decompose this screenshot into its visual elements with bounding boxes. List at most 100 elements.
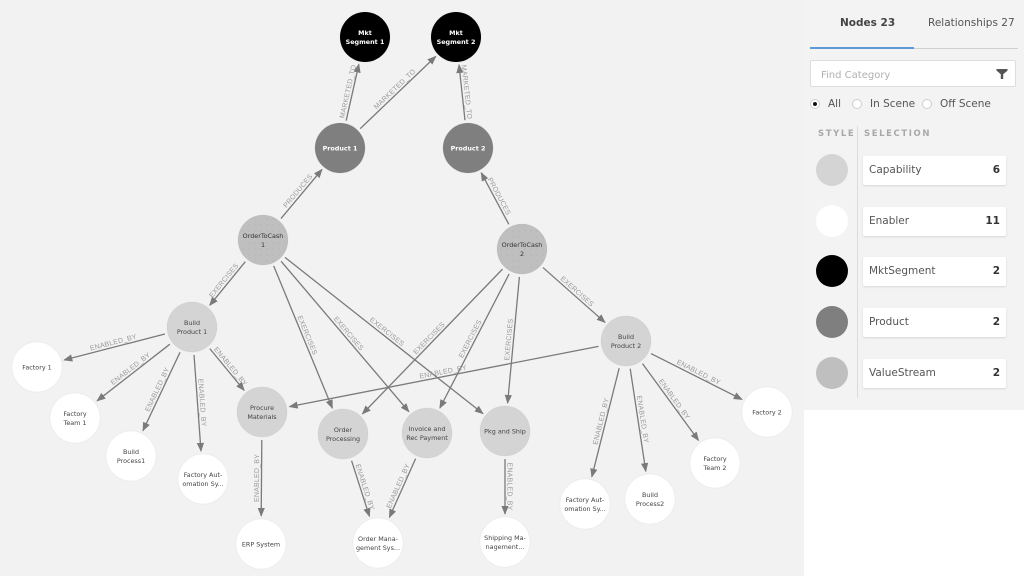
graph-canvas[interactable]: MARKETED_TO MARKETED_TO MARKETED_TO PRODUCE… [0, 0, 804, 576]
graph-svg[interactable]: MARKETED_TO MARKETED_TO MARKETED_TO PRODUCE… [0, 0, 804, 576]
edge-label: EXERCISES [413, 321, 447, 356]
node-otc1[interactable]: OrderToCash1 [237, 214, 289, 266]
node-irp[interactable]: Invoice andRec Payment [401, 407, 453, 459]
edge-otc2-op[interactable]: EXERCISES [361, 268, 503, 415]
edge-bp2-bpr2[interactable]: ENABLED_BY [629, 368, 649, 473]
category-name: MktSegment [869, 265, 936, 277]
edge-bp2-pm[interactable]: ENABLED_BY [288, 345, 599, 409]
node-p1[interactable]: Product 1 [314, 122, 366, 174]
node-ft2[interactable]: FactoryTeam 2 [689, 437, 741, 489]
edge-line[interactable] [480, 171, 510, 225]
node-ft1[interactable]: FactoryTeam 1 [49, 392, 101, 444]
edge-line[interactable] [439, 273, 510, 409]
node-fa2[interactable]: Factory Aut-omation Sy... [559, 478, 611, 530]
tab-nodes[interactable]: Nodes 23 [840, 17, 895, 29]
node-ms1[interactable]: MktSegment 1 [339, 11, 391, 63]
edge-label: EXERCISES [559, 276, 595, 309]
find-category-input[interactable] [819, 65, 993, 85]
node-label: Mkt [449, 29, 463, 37]
enabler-style-swatch[interactable] [816, 205, 848, 237]
node-pm[interactable]: ProcureMaterials [236, 386, 288, 438]
node-label: Invoice and [409, 425, 446, 433]
node-label: Factory 2 [752, 408, 781, 416]
mktsegment-style-swatch[interactable] [816, 255, 848, 287]
node-f1[interactable]: Factory 1 [11, 341, 63, 393]
edge-otc2-pks[interactable]: EXERCISES [504, 276, 521, 405]
node-oms[interactable]: Order Mana-gement Sys... [352, 517, 404, 569]
category-count: 2 [992, 316, 1000, 328]
node-pks[interactable]: Pkg and Ship [479, 405, 531, 457]
node-bpr2[interactable]: BuildProcess2 [624, 473, 676, 525]
edge-p1-ms2[interactable]: MARKETED_TO [359, 55, 437, 130]
edge-otc2-p2[interactable]: PRODUCES [480, 171, 511, 225]
edge-label: ENABLED_BY [254, 454, 261, 502]
edge-bp1-fa1[interactable]: ENABLED_BY [193, 354, 207, 452]
node-bp2[interactable]: BuildProduct 2 [600, 315, 652, 367]
edge-bp2-ft2[interactable]: ENABLED_BY [641, 363, 700, 442]
product-selection-button[interactable]: Product 2 [863, 308, 1006, 337]
edge-line[interactable] [359, 55, 437, 130]
node-ms2[interactable]: MktSegment 2 [430, 11, 482, 63]
panel-tabs: Nodes 23 Relationships 27 [810, 0, 1018, 49]
edge-label: ENABLED_BY [657, 378, 691, 421]
edge-bp2-fa2[interactable]: ENABLED_BY [590, 367, 620, 478]
edge-otc2-bp2[interactable]: EXERCISES [542, 267, 606, 324]
edge-line[interactable] [142, 352, 181, 432]
filter-icon[interactable] [996, 68, 1008, 80]
node-label: Product 1 [323, 144, 358, 152]
edge-otc2-irp[interactable]: EXERCISES [439, 273, 510, 409]
capability-style-swatch[interactable] [816, 154, 848, 186]
valuestream-style-swatch[interactable] [816, 357, 848, 389]
edge-line[interactable] [641, 363, 700, 442]
edge-line[interactable] [280, 168, 323, 219]
edge-p2-ms2[interactable]: MARKETED_TO [456, 63, 472, 121]
radio-in-scene-indicator[interactable] [852, 99, 862, 109]
edge-line[interactable] [590, 367, 620, 478]
node-sms[interactable]: Shipping Ma-nagement... [479, 516, 531, 568]
category-name: Enabler [869, 215, 910, 227]
edge-pm-erp[interactable]: ENABLED_BY [254, 439, 265, 517]
edge-otc1-bp1[interactable]: EXERCISES [208, 261, 246, 307]
radio-all[interactable]: All [810, 98, 841, 110]
node-otc2[interactable]: OrderToCash2 [496, 223, 548, 275]
radio-all-indicator[interactable] [810, 99, 820, 109]
radio-off-scene[interactable]: Off Scene [922, 98, 991, 110]
node-op[interactable]: OrderProcessing [317, 408, 369, 460]
edge-otc1-p1[interactable]: PRODUCES [280, 168, 323, 219]
node-f2[interactable]: Factory 2 [741, 386, 793, 438]
node-label: Team 2 [703, 464, 727, 472]
edge-line[interactable] [361, 268, 503, 415]
edge-op-oms[interactable]: ENABLED_BY [350, 460, 375, 518]
edge-bp1-bpr1[interactable]: ENABLED_BY [142, 352, 181, 432]
node-bp1[interactable]: BuildProduct 1 [166, 301, 218, 353]
edge-line[interactable] [284, 256, 484, 415]
node-label: omation Sy... [564, 505, 605, 513]
edge-pks-sms[interactable]: ENABLED_BY [501, 459, 513, 515]
edge-label: EXERCISES [208, 262, 240, 299]
enabler-selection-button[interactable]: Enabler 11 [863, 207, 1006, 236]
edge-irp-oms[interactable]: ENABLED_BY [386, 458, 417, 519]
node-erp[interactable]: ERP System [235, 518, 287, 570]
node-bpr1[interactable]: BuildProcess1 [105, 430, 157, 482]
node-label: gement Sys... [356, 544, 400, 552]
category-name: ValueStream [869, 367, 936, 379]
valuestream-selection-button[interactable]: ValueStream 2 [863, 359, 1006, 388]
edge-line[interactable] [209, 348, 245, 392]
mktsegment-selection-button[interactable]: MktSegment 2 [863, 257, 1006, 286]
edge-otc1-pks[interactable]: EXERCISES [284, 256, 484, 415]
edge-bp1-pm[interactable]: ENABLED_BY [209, 346, 248, 392]
tab-relationships[interactable]: Relationships 27 [928, 17, 1015, 29]
node-fa1[interactable]: Factory Aut-omation Sy... [177, 453, 229, 505]
capability-selection-button[interactable]: Capability 6 [863, 156, 1006, 185]
radio-in-scene[interactable]: In Scene [852, 98, 915, 110]
edge-line[interactable] [209, 261, 246, 307]
edge-line[interactable] [288, 345, 599, 409]
edge-p1-ms1[interactable]: MARKETED_TO [339, 63, 361, 121]
node-label: Factory Aut- [566, 496, 605, 504]
edge-label: ENABLED_BY [675, 359, 721, 387]
product-style-swatch[interactable] [816, 306, 848, 338]
node-p2[interactable]: Product 2 [442, 122, 494, 174]
edge-line[interactable] [542, 267, 606, 324]
edge-line[interactable] [257, 439, 265, 517]
radio-off-scene-indicator[interactable] [922, 99, 932, 109]
